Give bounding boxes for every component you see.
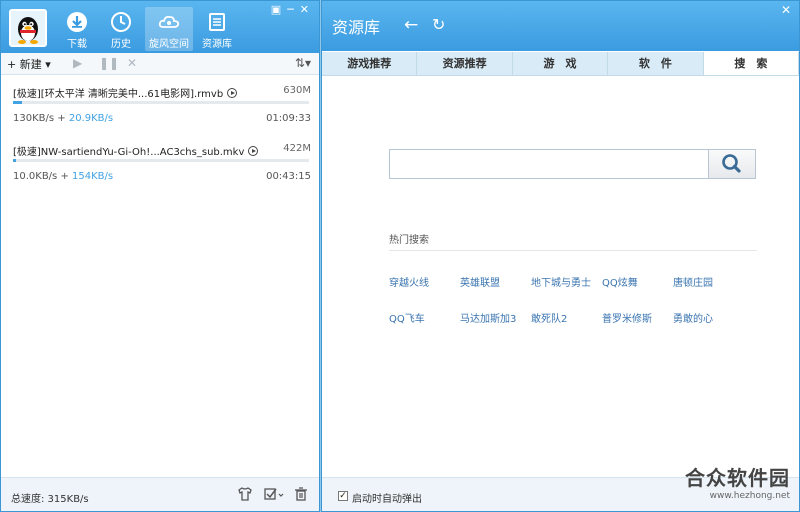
delete-icon[interactable]: ✕ (127, 56, 137, 70)
hot-search-link[interactable]: 地下城与勇士 (531, 274, 591, 289)
library-tabs: 游戏推荐 资源推荐 游 戏 软 件 搜 索 (322, 52, 800, 76)
hot-search-title: 热门搜索 (389, 235, 429, 246)
left-status-bar: 总速度: 315KB/s (1, 477, 319, 511)
hot-search-link[interactable]: 普罗米修斯 (602, 310, 652, 325)
new-task-button[interactable]: + 新建 ▾ (7, 56, 51, 72)
download-speed: 10.0KB/s + 154KB/s (13, 171, 114, 182)
download-item[interactable]: [极速]NW-sartiendYu-Gi-Oh!...AC3chs_sub.mk… (1, 137, 319, 195)
right-header: 资源库 ← ↻ ✕ (322, 1, 799, 51)
hot-search-link[interactable]: 马达加斯加3 (460, 310, 516, 325)
nav-history[interactable]: 历史 (99, 7, 143, 51)
progress-bar (13, 159, 309, 162)
watermark-title: 合众软件园 (685, 466, 790, 490)
hot-search-link[interactable]: QQ炫舞 (602, 274, 638, 289)
remaining-time: 01:09:33 (266, 113, 311, 124)
progress-bar (13, 101, 309, 104)
speed-value: 130KB/s (13, 113, 55, 124)
auto-popup-checkbox[interactable]: ✓ (338, 491, 348, 501)
qq-avatar[interactable] (9, 9, 47, 47)
download-size: 422M (283, 143, 311, 154)
boost-speed: 154KB/s (72, 171, 114, 182)
tab-software[interactable]: 软 件 (608, 52, 704, 75)
search-box (389, 149, 709, 179)
history-icon (111, 12, 131, 32)
hot-search-link[interactable]: 唐顿庄园 (673, 274, 713, 289)
hot-search-link[interactable]: 勇敢的心 (673, 310, 713, 325)
speed-value: 10.0KB/s (13, 171, 58, 182)
hot-search-link[interactable]: 英雄联盟 (460, 274, 500, 289)
progress-fill (13, 159, 16, 162)
nav-library[interactable]: 资源库 (195, 7, 239, 51)
progress-fill (13, 101, 22, 104)
download-icon (67, 12, 87, 32)
left-window-controls: ▣─✕ (271, 3, 315, 16)
download-panel: 下载 历史 旋风空间 资源库 ▣─✕ + 新建 ▾ ▶ ❚❚ ✕ ⇅▾ [极速]… (0, 0, 320, 512)
nav-cloud-space[interactable]: 旋风空间 (145, 7, 193, 51)
tab-resource-recommend[interactable]: 资源推荐 (417, 52, 513, 75)
search-icon (722, 154, 741, 173)
close-icon[interactable]: ✕ (781, 3, 791, 17)
play-icon[interactable] (227, 88, 238, 98)
pin-icon[interactable]: ▣ (271, 3, 287, 16)
download-speed: 130KB/s + 20.9KB/s (13, 113, 114, 124)
download-name: [极速][环太平洋 清晰完美中...61电影网].rmvb (13, 85, 238, 100)
watermark-url: www.hezhong.net (709, 491, 790, 501)
pause-icon[interactable]: ❚❚ (99, 56, 119, 70)
library-icon (209, 13, 225, 31)
download-item[interactable]: [极速][环太平洋 清晰完美中...61电影网].rmvb 630M 130KB… (1, 79, 319, 137)
nav-download-label: 下载 (67, 39, 87, 50)
tab-games[interactable]: 游 戏 (513, 52, 609, 75)
download-size: 630M (283, 85, 311, 96)
search-button[interactable] (708, 149, 756, 179)
hot-search-link[interactable]: 敢死队2 (531, 310, 567, 325)
auto-popup-label: 启动时自动弹出 (352, 494, 422, 505)
total-speed: 总速度: 315KB/s (11, 494, 89, 505)
close-icon[interactable]: ✕ (300, 3, 315, 16)
nav-library-label: 资源库 (202, 39, 232, 50)
nav-history-label: 历史 (111, 39, 131, 50)
nav-cloud-space-label: 旋风空间 (149, 39, 189, 50)
resource-library-panel: 资源库 ← ↻ ✕ 游戏推荐 资源推荐 游 戏 软 件 搜 索 热门搜索 穿越火… (321, 0, 800, 512)
trash-icon[interactable] (293, 486, 309, 502)
panel-title: 资源库 (332, 18, 381, 37)
site-watermark: 合众软件园 www.hezhong.net (685, 462, 790, 501)
remaining-time: 00:43:15 (266, 171, 311, 182)
play-icon[interactable] (248, 146, 259, 156)
qq-penguin-icon (18, 17, 38, 44)
hot-search-link[interactable]: 穿越火线 (389, 274, 429, 289)
start-icon[interactable]: ▶ (73, 56, 82, 70)
checklist-icon[interactable] (263, 486, 285, 502)
download-name-text: [极速][环太平洋 清晰完美中...61电影网].rmvb (13, 89, 224, 100)
sort-button[interactable]: ⇅▾ (295, 56, 311, 70)
shirt-icon[interactable] (237, 486, 253, 502)
boost-speed: 20.9KB/s (68, 113, 114, 124)
cloud-icon (158, 15, 180, 28)
download-name-text: [极速]NW-sartiendYu-Gi-Oh!...AC3chs_sub.mk… (13, 147, 245, 158)
tab-search[interactable]: 搜 索 (703, 52, 800, 75)
download-name: [极速]NW-sartiendYu-Gi-Oh!...AC3chs_sub.mk… (13, 143, 259, 158)
minimize-icon[interactable]: ─ (287, 3, 300, 16)
hot-search-link[interactable]: QQ飞车 (389, 310, 425, 325)
back-arrow-icon[interactable]: ← (404, 15, 418, 35)
divider (389, 250, 757, 251)
download-toolbar: + 新建 ▾ ▶ ❚❚ ✕ ⇅▾ (1, 53, 319, 75)
nav-download[interactable]: 下载 (55, 7, 99, 51)
tab-game-recommend[interactable]: 游戏推荐 (322, 52, 418, 75)
left-header: 下载 历史 旋风空间 资源库 ▣─✕ (1, 1, 319, 53)
refresh-icon[interactable]: ↻ (432, 15, 445, 34)
search-input[interactable] (390, 150, 708, 178)
